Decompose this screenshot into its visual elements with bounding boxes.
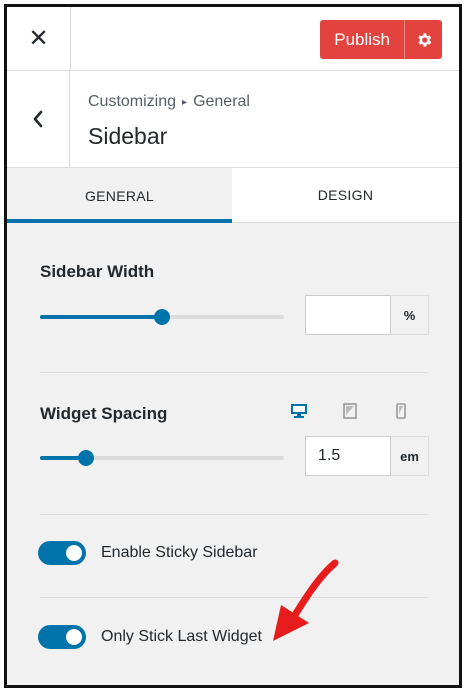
slider-handle[interactable]	[78, 450, 95, 466]
tab-bar: GENERAL DESIGN	[7, 168, 459, 223]
sidebar-width-slider[interactable]	[40, 309, 284, 325]
back-button[interactable]	[7, 71, 70, 167]
slider-fill	[40, 315, 162, 319]
customizer-header: ✕ Publish	[7, 7, 459, 71]
section-header: Customizing ▸ General Sidebar	[7, 71, 459, 168]
divider	[40, 514, 428, 515]
sticky-sidebar-label: Enable Sticky Sidebar	[101, 544, 258, 561]
publish-group: Publish	[320, 20, 442, 59]
breadcrumb-separator: ▸	[182, 97, 188, 108]
tablet-icon[interactable]	[340, 401, 360, 421]
divider	[40, 372, 428, 373]
tab-general[interactable]: GENERAL	[7, 168, 232, 223]
stick-last-widget-label: Only Stick Last Widget	[101, 628, 262, 645]
section-title: Sidebar	[88, 123, 168, 149]
publish-settings-button[interactable]	[404, 20, 442, 59]
sticky-sidebar-toggle[interactable]	[38, 541, 86, 565]
sidebar-width-unit: %	[391, 295, 429, 335]
widget-spacing-slider[interactable]	[40, 450, 284, 466]
tab-design[interactable]: DESIGN	[232, 168, 459, 222]
customizer-panel: ✕ Publish Customizing ▸ General Sidebar GE…	[4, 4, 462, 688]
slider-handle[interactable]	[154, 309, 170, 325]
toggle-knob	[66, 629, 82, 645]
annotation-arrow-icon	[273, 559, 339, 641]
close-icon: ✕	[28, 25, 49, 52]
breadcrumb-current: General	[193, 93, 250, 110]
mobile-icon[interactable]	[391, 401, 411, 421]
close-button[interactable]: ✕	[7, 7, 71, 70]
widget-spacing-label: Widget Spacing	[40, 404, 168, 423]
sidebar-width-label: Sidebar Width	[40, 262, 155, 281]
widget-spacing-input[interactable]	[305, 436, 391, 476]
gear-icon	[417, 32, 431, 47]
breadcrumb: Customizing ▸ General	[88, 93, 250, 111]
chevron-left-icon	[33, 110, 43, 128]
widget-spacing-unit: em	[391, 436, 429, 476]
breadcrumb-root: Customizing	[88, 93, 177, 110]
toggle-knob	[66, 545, 82, 561]
desktop-icon[interactable]	[289, 401, 309, 421]
publish-button[interactable]: Publish	[320, 20, 404, 59]
sidebar-width-input[interactable]	[305, 295, 391, 335]
stick-last-widget-toggle[interactable]	[38, 625, 86, 649]
divider	[40, 597, 428, 598]
